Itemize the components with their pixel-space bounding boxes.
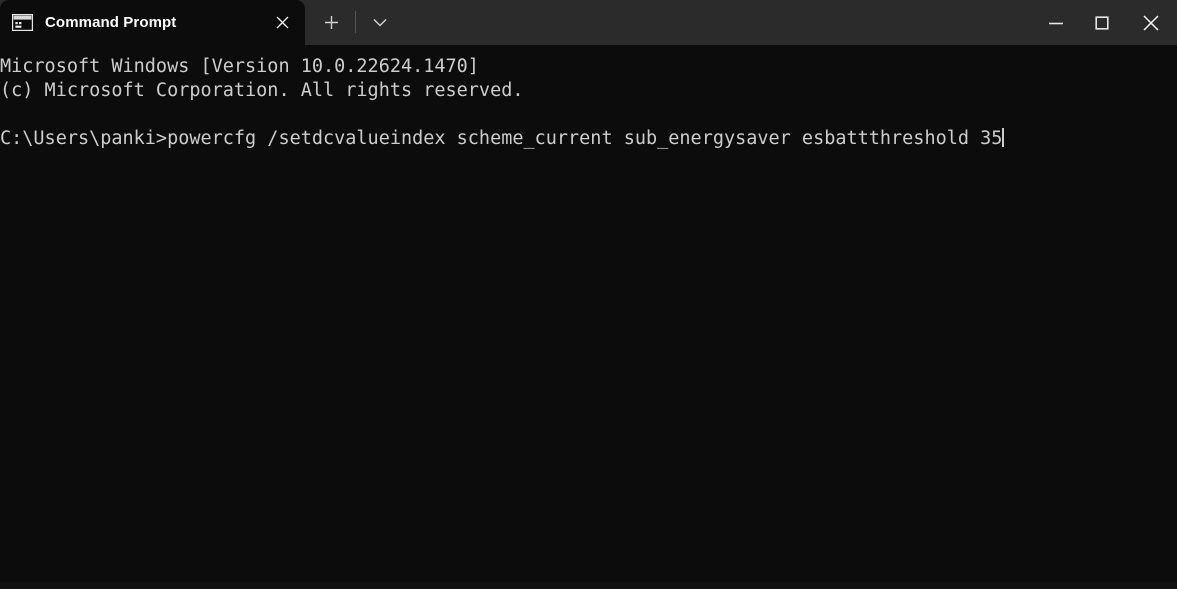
minimize-button[interactable] xyxy=(1033,0,1079,45)
tab-command-prompt[interactable]: Command Prompt xyxy=(0,0,305,45)
chevron-down-icon xyxy=(373,18,387,27)
terminal-command-text: C:\Users\panki>powercfg /setdcvalueindex… xyxy=(0,128,1003,149)
terminal-command-line: C:\Users\panki>powercfg /setdcvalueindex… xyxy=(0,127,1177,151)
window-bottom-edge xyxy=(0,582,1177,589)
tab-strip: Command Prompt xyxy=(0,0,398,45)
close-icon[interactable] xyxy=(266,7,298,39)
tab-title: Command Prompt xyxy=(45,14,177,31)
terminal-window: Command Prompt Microsoft Windows [Versio… xyxy=(0,0,1177,589)
new-tab-button[interactable] xyxy=(313,4,349,40)
tab-dropdown-button[interactable] xyxy=(362,4,398,40)
tabbar-divider xyxy=(355,11,356,33)
close-icon xyxy=(1143,14,1159,31)
window-close-button[interactable] xyxy=(1125,0,1177,45)
maximize-icon xyxy=(1095,15,1109,30)
terminal-output[interactable]: Microsoft Windows [Version 10.0.22624.14… xyxy=(0,45,1177,589)
minimize-icon xyxy=(1049,22,1063,24)
window-controls xyxy=(1033,0,1177,45)
text-cursor xyxy=(1002,128,1004,147)
terminal-line: Microsoft Windows [Version 10.0.22624.14… xyxy=(0,56,479,77)
plus-icon xyxy=(324,15,338,29)
console-icon xyxy=(11,13,34,32)
terminal-line: (c) Microsoft Corporation. All rights re… xyxy=(0,80,524,101)
title-bar: Command Prompt xyxy=(0,0,1177,45)
maximize-button[interactable] xyxy=(1079,0,1125,45)
